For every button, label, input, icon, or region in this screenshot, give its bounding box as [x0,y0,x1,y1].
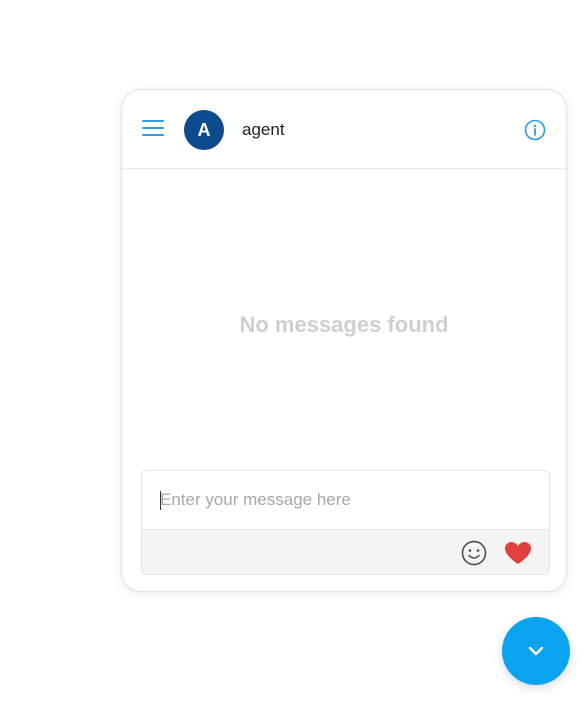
chat-header: A agent [122,90,566,169]
avatar-initial: A [197,119,211,140]
heart-icon[interactable] [503,540,533,566]
chevron-down-icon [528,646,544,656]
info-icon[interactable] [524,119,546,141]
agent-name: agent [242,120,285,139]
chat-widget: A agent No messages found [121,89,567,592]
hamburger-menu-icon[interactable] [142,120,164,138]
avatar: A [184,110,224,150]
empty-state-text: No messages found [239,312,449,337]
message-composer [141,470,550,575]
composer-toolbar [142,529,549,574]
collapse-chat-button[interactable] [502,617,570,685]
smiley-icon[interactable] [461,540,487,566]
text-caret [160,491,161,510]
message-input[interactable] [142,471,549,529]
